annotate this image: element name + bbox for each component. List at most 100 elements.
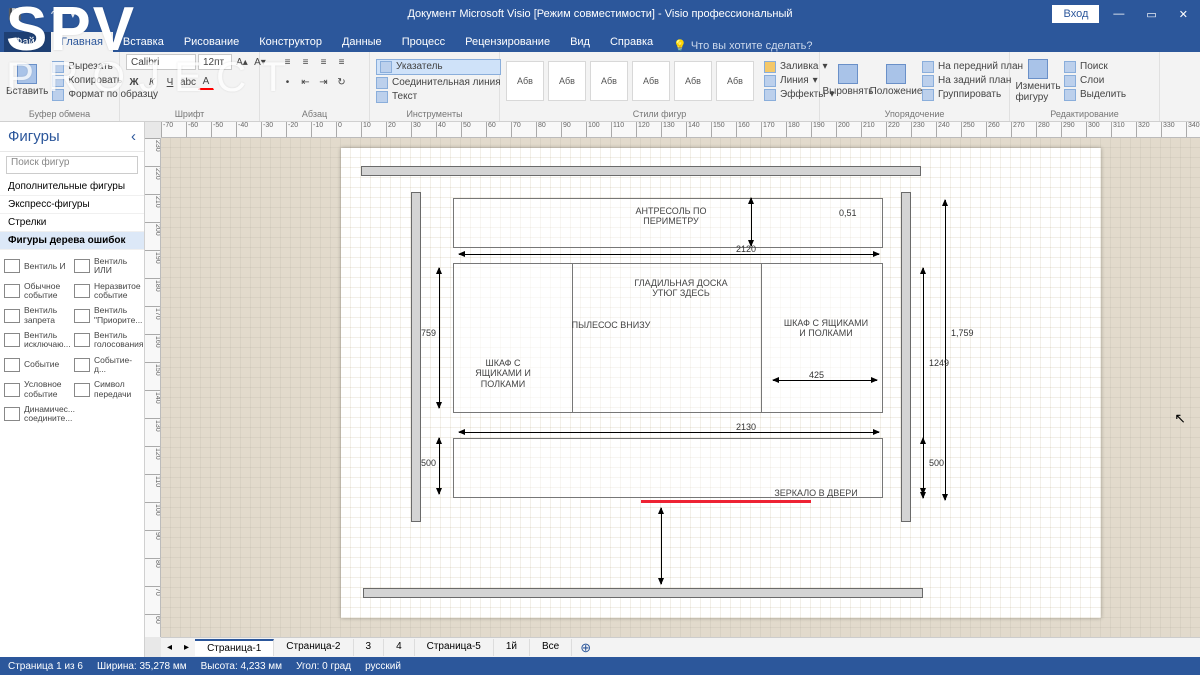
pointer-tool[interactable]: Указатель: [376, 59, 501, 75]
qat-more-icon[interactable]: ▾: [70, 8, 76, 21]
shapes-category[interactable]: Дополнительные фигуры: [0, 178, 144, 196]
connector-tool[interactable]: Соединительная линия: [376, 77, 501, 89]
add-page-button[interactable]: ⊕: [572, 640, 599, 656]
stencil-shape[interactable]: Вентиль исключаю...: [2, 328, 72, 353]
collapse-icon[interactable]: ‹: [131, 128, 136, 145]
italic-button[interactable]: К: [144, 74, 160, 90]
tab-nav-prev-icon[interactable]: ◂: [161, 642, 178, 653]
shapes-category[interactable]: Фигуры дерева ошибок: [0, 232, 144, 250]
justify-icon[interactable]: ≡: [334, 54, 350, 70]
change-shape-button[interactable]: Изменить фигуру: [1016, 55, 1060, 107]
tab-5[interactable]: Процесс: [392, 32, 455, 52]
stencil-shape[interactable]: Вентиль И: [2, 254, 72, 279]
stencil-shape[interactable]: [72, 402, 142, 427]
close-icon[interactable]: ✕: [1171, 8, 1196, 21]
rotate-text-icon[interactable]: ↻: [334, 74, 350, 90]
align-right-icon[interactable]: ≡: [316, 54, 332, 70]
page-tab[interactable]: 4: [384, 639, 415, 656]
bold-button[interactable]: Ж: [126, 74, 142, 90]
tab-file[interactable]: Файл: [4, 32, 51, 52]
stencil-shape[interactable]: Вентиль "Приорите...: [72, 303, 142, 328]
stencil-shape[interactable]: Символ передачи: [72, 377, 142, 402]
tab-2[interactable]: Рисование: [174, 32, 249, 52]
tab-1[interactable]: Вставка: [113, 32, 174, 52]
page-tab[interactable]: 3: [354, 639, 385, 656]
tab-8[interactable]: Справка: [600, 32, 663, 52]
status-bar: Страница 1 из 6 Ширина: 35,278 мм Высота…: [0, 657, 1200, 675]
redo-icon[interactable]: ↷: [51, 8, 60, 21]
font-color-button[interactable]: A: [198, 74, 214, 90]
shapes-category[interactable]: Экспресс-фигуры: [0, 196, 144, 214]
shapes-pane: Фигуры ‹ Поиск фигур Дополнительные фигур…: [0, 122, 145, 657]
style-item[interactable]: Абв: [716, 61, 754, 101]
indent-dec-icon[interactable]: ⇤: [298, 74, 314, 90]
grow-font-icon[interactable]: A▴: [234, 54, 250, 70]
style-item[interactable]: Абв: [590, 61, 628, 101]
stencil-shape[interactable]: Условное событие: [2, 377, 72, 402]
page-tab[interactable]: Страница-1: [195, 639, 274, 656]
stencil-shape[interactable]: Вентиль ИЛИ: [72, 254, 142, 279]
tab-3[interactable]: Конструктор: [249, 32, 332, 52]
maximize-icon[interactable]: ▭: [1138, 8, 1164, 21]
dim-1249: 1249: [929, 358, 949, 368]
align-center-icon[interactable]: ≡: [298, 54, 314, 70]
font-family-select[interactable]: Calibri: [126, 54, 196, 70]
stencil-shape[interactable]: Вентиль голосования: [72, 328, 142, 353]
tab-0[interactable]: Главная: [51, 32, 113, 52]
minimize-icon[interactable]: —: [1105, 8, 1132, 20]
group-tools: Указатель Соединительная линия Текст Инс…: [370, 52, 500, 121]
undo-icon[interactable]: ↶: [32, 8, 41, 21]
page-tab[interactable]: Все: [530, 639, 572, 656]
stencil-shape[interactable]: Динамичес... соедините...: [2, 402, 72, 427]
layers-button[interactable]: Слои: [1064, 75, 1126, 87]
save-icon[interactable]: 💾: [8, 8, 22, 21]
paste-label: Вставить: [6, 86, 48, 97]
style-item[interactable]: Абв: [674, 61, 712, 101]
bring-front-button[interactable]: На передний план: [922, 61, 1023, 73]
shapes-search[interactable]: Поиск фигур: [6, 156, 138, 174]
page-tab[interactable]: 1й: [494, 639, 530, 656]
align-button[interactable]: Выровнять: [826, 55, 870, 107]
find-button[interactable]: Поиск: [1064, 61, 1126, 73]
dim-1759: 1,759: [951, 328, 974, 338]
indent-inc-icon[interactable]: ⇥: [316, 74, 332, 90]
group-arrange: Выровнять Положение На передний план На …: [820, 52, 1010, 121]
ribbon-tabs: Файл ГлавнаяВставкаРисованиеКонструкторД…: [0, 28, 1200, 52]
strike-button[interactable]: abc: [180, 74, 196, 90]
group-button[interactable]: Группировать: [922, 89, 1023, 101]
tab-6[interactable]: Рецензирование: [455, 32, 560, 52]
page-tabs: ◂ ▸ Страница-1Страница-234Страница-51йВс…: [161, 637, 1200, 657]
stencil-shape[interactable]: Событие-д...: [72, 353, 142, 378]
stencil-shape[interactable]: Вентиль запрета: [2, 303, 72, 328]
ribbon: Вставить Вырезать Копировать Формат по о…: [0, 52, 1200, 122]
paste-button[interactable]: Вставить: [6, 55, 48, 107]
text-tool[interactable]: Текст: [376, 91, 501, 103]
status-height: Высота: 4,233 мм: [201, 661, 282, 672]
dim-2130: 2130: [736, 422, 756, 432]
stencil-shape[interactable]: Обычное событие: [2, 279, 72, 304]
shapes-category[interactable]: Стрелки: [0, 214, 144, 232]
login-button[interactable]: Вход: [1052, 5, 1099, 23]
align-left-icon[interactable]: ≡: [280, 54, 296, 70]
shapes-header: Фигуры: [8, 128, 60, 145]
tab-7[interactable]: Вид: [560, 32, 600, 52]
stencil-shape[interactable]: Событие: [2, 353, 72, 378]
style-item[interactable]: Абв: [548, 61, 586, 101]
page-tab[interactable]: Страница-5: [415, 639, 494, 656]
style-item[interactable]: Абв: [632, 61, 670, 101]
tab-nav-next-icon[interactable]: ▸: [178, 642, 195, 653]
style-item[interactable]: Абв: [506, 61, 544, 101]
position-button[interactable]: Положение: [874, 55, 918, 107]
bullets-icon[interactable]: •: [280, 74, 296, 90]
drawing-page[interactable]: АНТРЕСОЛЬ ПО ПЕРИМЕТРУ ГЛАДИЛЬНАЯ ДОСКА …: [341, 148, 1101, 618]
tell-me[interactable]: 💡 Что вы хотите сделать?: [673, 39, 812, 52]
page-tab[interactable]: Страница-2: [274, 639, 353, 656]
tab-4[interactable]: Данные: [332, 32, 392, 52]
style-gallery[interactable]: АбвАбвАбвАбвАбвАбв: [506, 61, 754, 101]
send-back-button[interactable]: На задний план: [922, 75, 1023, 87]
select-button[interactable]: Выделить: [1064, 89, 1126, 101]
stencil-shape[interactable]: Неразвитое событие: [72, 279, 142, 304]
underline-button[interactable]: Ч: [162, 74, 178, 90]
canvas[interactable]: АНТРЕСОЛЬ ПО ПЕРИМЕТРУ ГЛАДИЛЬНАЯ ДОСКА …: [161, 138, 1200, 637]
font-size-select[interactable]: 12пт: [198, 54, 232, 70]
